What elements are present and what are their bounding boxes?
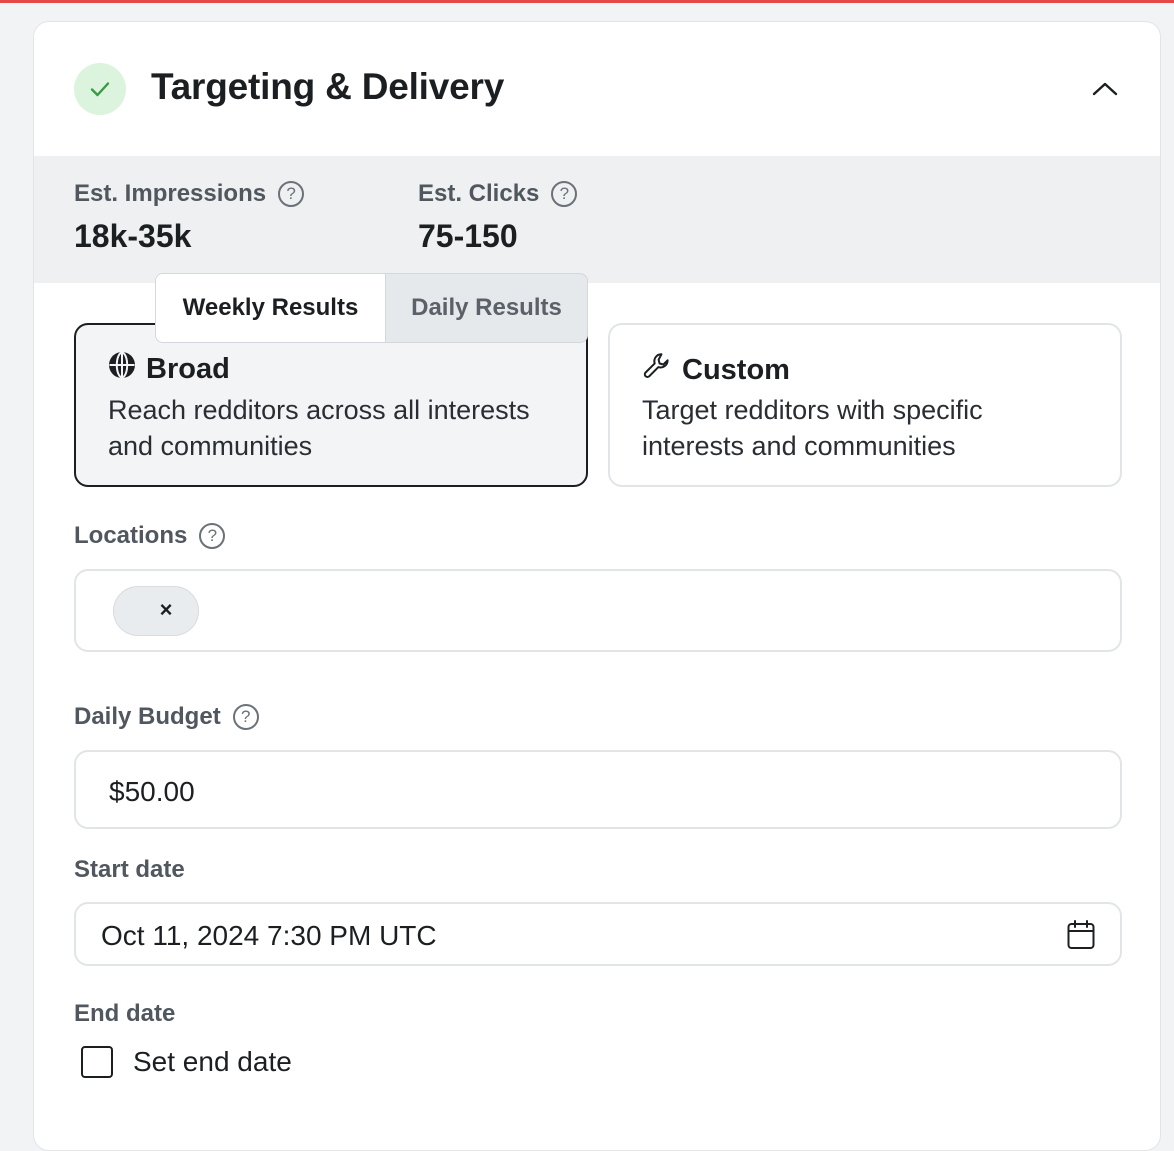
locations-label: Locations xyxy=(74,522,188,549)
locations-input[interactable]: × xyxy=(74,569,1122,652)
chevron-up-icon[interactable] xyxy=(1090,74,1120,104)
chip-remove-icon[interactable]: × xyxy=(154,597,178,623)
est-clicks-value: 75-150 xyxy=(418,218,518,254)
locations-label-row: Locations ? xyxy=(74,522,226,550)
est-impressions-label: Est. Impressions xyxy=(74,180,267,207)
help-icon[interactable]: ? xyxy=(199,523,226,549)
targeting-option-broad[interactable]: Broad Reach redditors across all interes… xyxy=(74,323,588,487)
daily-results-tab[interactable]: Daily Results xyxy=(386,274,587,342)
custom-description: Target redditors with specific interests… xyxy=(642,395,983,461)
set-end-date-row[interactable]: Set end date xyxy=(81,1046,292,1078)
targeting-option-custom[interactable]: Custom Target redditors with specific in… xyxy=(608,323,1122,487)
daily-budget-label: Daily Budget xyxy=(74,703,221,730)
globe-icon xyxy=(108,351,136,387)
est-impressions-value: 18k-35k xyxy=(74,218,192,254)
start-date-value: Oct 11, 2024 7:30 PM UTC xyxy=(101,920,437,951)
broad-title: Broad xyxy=(146,352,230,385)
help-icon[interactable]: ? xyxy=(278,181,305,207)
wrench-icon xyxy=(642,351,672,389)
top-accent-line xyxy=(0,0,1174,3)
custom-title: Custom xyxy=(682,353,790,386)
set-end-date-label: Set end date xyxy=(133,1046,292,1077)
section-header[interactable]: Targeting & Delivery xyxy=(34,22,1160,156)
daily-budget-label-row: Daily Budget ? xyxy=(74,703,259,731)
calendar-icon[interactable] xyxy=(1066,919,1096,951)
est-clicks-label: Est. Clicks xyxy=(418,180,540,207)
start-date-input[interactable]: Oct 11, 2024 7:30 PM UTC xyxy=(74,902,1122,966)
broad-description: Reach redditors across all interests and… xyxy=(108,395,530,461)
daily-budget-value: $50.00 xyxy=(109,776,195,807)
end-date-label: End date xyxy=(74,1000,176,1027)
start-date-label: Start date xyxy=(74,856,185,883)
help-icon[interactable]: ? xyxy=(232,704,259,730)
help-icon[interactable]: ? xyxy=(551,181,578,207)
location-chip[interactable]: × xyxy=(113,586,199,636)
est-clicks: Est. Clicks ? 75-150 xyxy=(418,180,578,255)
targeting-delivery-card: Targeting & Delivery Est. Impressions ? … xyxy=(33,21,1161,1151)
results-period-toggle: Weekly Results Daily Results xyxy=(155,273,588,343)
daily-budget-input[interactable]: $50.00 xyxy=(74,750,1122,829)
section-title: Targeting & Delivery xyxy=(151,66,505,107)
estimates-bar: Est. Impressions ? 18k-35k Est. Clicks ?… xyxy=(34,156,1160,283)
complete-check-icon xyxy=(74,63,126,115)
weekly-results-tab[interactable]: Weekly Results xyxy=(156,274,386,342)
est-impressions: Est. Impressions ? 18k-35k xyxy=(74,180,305,255)
set-end-date-checkbox[interactable] xyxy=(81,1046,113,1078)
